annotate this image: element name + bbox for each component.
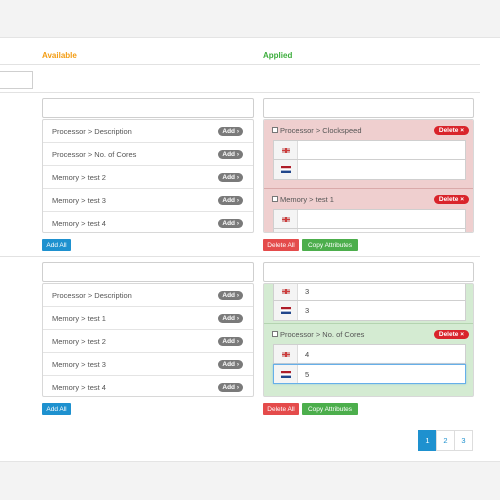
list-item: Memory > test 2 Add › xyxy=(43,166,253,189)
add-button[interactable]: Add › xyxy=(218,359,243,369)
pagination: 1 2 3 xyxy=(418,430,473,451)
attribute-label: Memory > test 2 xyxy=(52,336,106,346)
list-item: Processor > Description Add › xyxy=(43,120,253,143)
add-all-button[interactable]: Add All xyxy=(42,403,71,415)
applied-filter-input[interactable] xyxy=(263,98,474,118)
add-button[interactable]: Add › xyxy=(218,149,243,159)
list-item: Memory > test 3 Add › xyxy=(43,353,253,376)
page-button-2[interactable]: 2 xyxy=(436,430,455,451)
value-text: 4 xyxy=(305,349,310,359)
attribute-label: Processor > No. of Cores xyxy=(52,149,137,159)
list-item: Memory > test 4 Add › xyxy=(43,212,253,232)
applied-filter-input[interactable] xyxy=(263,262,474,282)
list-item: Memory > test 2 Add › xyxy=(43,330,253,353)
copy-attributes-button[interactable]: Copy Attributes xyxy=(302,403,358,415)
checkbox[interactable] xyxy=(272,331,278,337)
available-list: Processor > Description Add › Processor … xyxy=(42,119,254,233)
available-filter-input[interactable] xyxy=(42,262,254,282)
value-text: 3 xyxy=(305,286,310,296)
value-text: 3 xyxy=(305,306,310,315)
delete-button[interactable]: Delete × xyxy=(433,194,469,204)
applied-list: 3 3 Processor > No. of Cores Delete × 4 … xyxy=(263,283,474,397)
row-divider xyxy=(0,256,480,257)
en-flag-icon xyxy=(274,345,298,363)
en-flag-icon xyxy=(274,141,298,159)
applied-group: Memory > test 1 Delete × xyxy=(264,189,473,232)
applied-group: Processor > Clockspeed Delete × xyxy=(264,120,473,189)
attribute-label: Memory > test 3 xyxy=(52,359,106,369)
nl-flag-icon xyxy=(274,160,298,179)
delete-button[interactable]: Delete × xyxy=(433,329,469,339)
applied-group-label: Processor > Clockspeed xyxy=(280,125,362,135)
value-text: 5 xyxy=(305,369,310,379)
add-button[interactable]: Add › xyxy=(218,126,243,136)
add-button[interactable]: Add › xyxy=(218,383,243,392)
add-button[interactable]: Add › xyxy=(218,195,243,205)
attribute-label: Memory > test 2 xyxy=(52,172,106,182)
attribute-label: Memory > test 3 xyxy=(52,195,106,205)
applied-group: 3 3 xyxy=(264,284,473,324)
add-button[interactable]: Add › xyxy=(218,336,243,346)
applied-group-label: Memory > test 1 xyxy=(280,194,334,204)
language-value-field[interactable]: 3 xyxy=(273,301,466,321)
checkbox[interactable] xyxy=(272,127,278,133)
attribute-label: Memory > test 4 xyxy=(52,219,106,228)
available-list: Processor > Description Add › Memory > t… xyxy=(42,283,254,397)
language-value-field[interactable]: 5 xyxy=(273,364,466,384)
left-filter-input[interactable] xyxy=(0,71,33,89)
attribute-label: Memory > test 4 xyxy=(52,383,106,392)
delete-all-button[interactable]: Delete All xyxy=(263,239,299,251)
language-value-field[interactable] xyxy=(273,229,466,232)
language-value-field[interactable] xyxy=(273,160,466,180)
applied-group: Processor > No. of Cores Delete × 4 5 xyxy=(264,324,473,395)
available-column-header: Available xyxy=(42,51,77,60)
page-button-1[interactable]: 1 xyxy=(418,430,437,451)
add-button[interactable]: Add › xyxy=(218,172,243,182)
list-item: Memory > test 1 Add › xyxy=(43,307,253,330)
nl-flag-icon xyxy=(274,365,298,383)
row-divider xyxy=(0,92,480,93)
en-flag-icon xyxy=(274,210,298,228)
list-item: Processor > No. of Cores Add › xyxy=(43,143,253,166)
en-flag-icon xyxy=(274,284,298,300)
applied-column-header: Applied xyxy=(263,51,293,60)
attribute-label: Processor > Description xyxy=(52,290,132,300)
add-all-button[interactable]: Add All xyxy=(42,239,71,251)
applied-group-title: Memory > test 1 xyxy=(272,195,334,204)
list-item: Memory > test 3 Add › xyxy=(43,189,253,212)
copy-attributes-button[interactable]: Copy Attributes xyxy=(302,239,358,251)
list-item: Memory > test 4 Add › xyxy=(43,376,253,396)
attribute-label: Processor > Description xyxy=(52,126,132,136)
language-value-field[interactable] xyxy=(273,140,466,160)
add-button[interactable]: Add › xyxy=(218,313,243,323)
page-button-3[interactable]: 3 xyxy=(454,430,473,451)
applied-group-title: Processor > Clockspeed xyxy=(272,126,362,135)
delete-button[interactable]: Delete × xyxy=(433,125,469,135)
add-button[interactable]: Add › xyxy=(218,219,243,228)
applied-group-label: Processor > No. of Cores xyxy=(280,329,365,339)
add-button[interactable]: Add › xyxy=(218,290,243,300)
attribute-label: Memory > test 1 xyxy=(52,313,106,323)
delete-all-button[interactable]: Delete All xyxy=(263,403,299,415)
language-value-field[interactable] xyxy=(273,209,466,229)
nl-flag-icon xyxy=(274,229,298,232)
header-divider xyxy=(0,64,480,65)
language-value-field[interactable]: 4 xyxy=(273,344,466,364)
applied-list: Processor > Clockspeed Delete × Memory >… xyxy=(263,119,474,233)
checkbox[interactable] xyxy=(272,196,278,202)
applied-group-title: Processor > No. of Cores xyxy=(272,330,364,339)
list-item: Processor > Description Add › xyxy=(43,284,253,307)
language-value-field[interactable]: 3 xyxy=(273,284,466,301)
nl-flag-icon xyxy=(274,301,298,320)
available-filter-input[interactable] xyxy=(42,98,254,118)
